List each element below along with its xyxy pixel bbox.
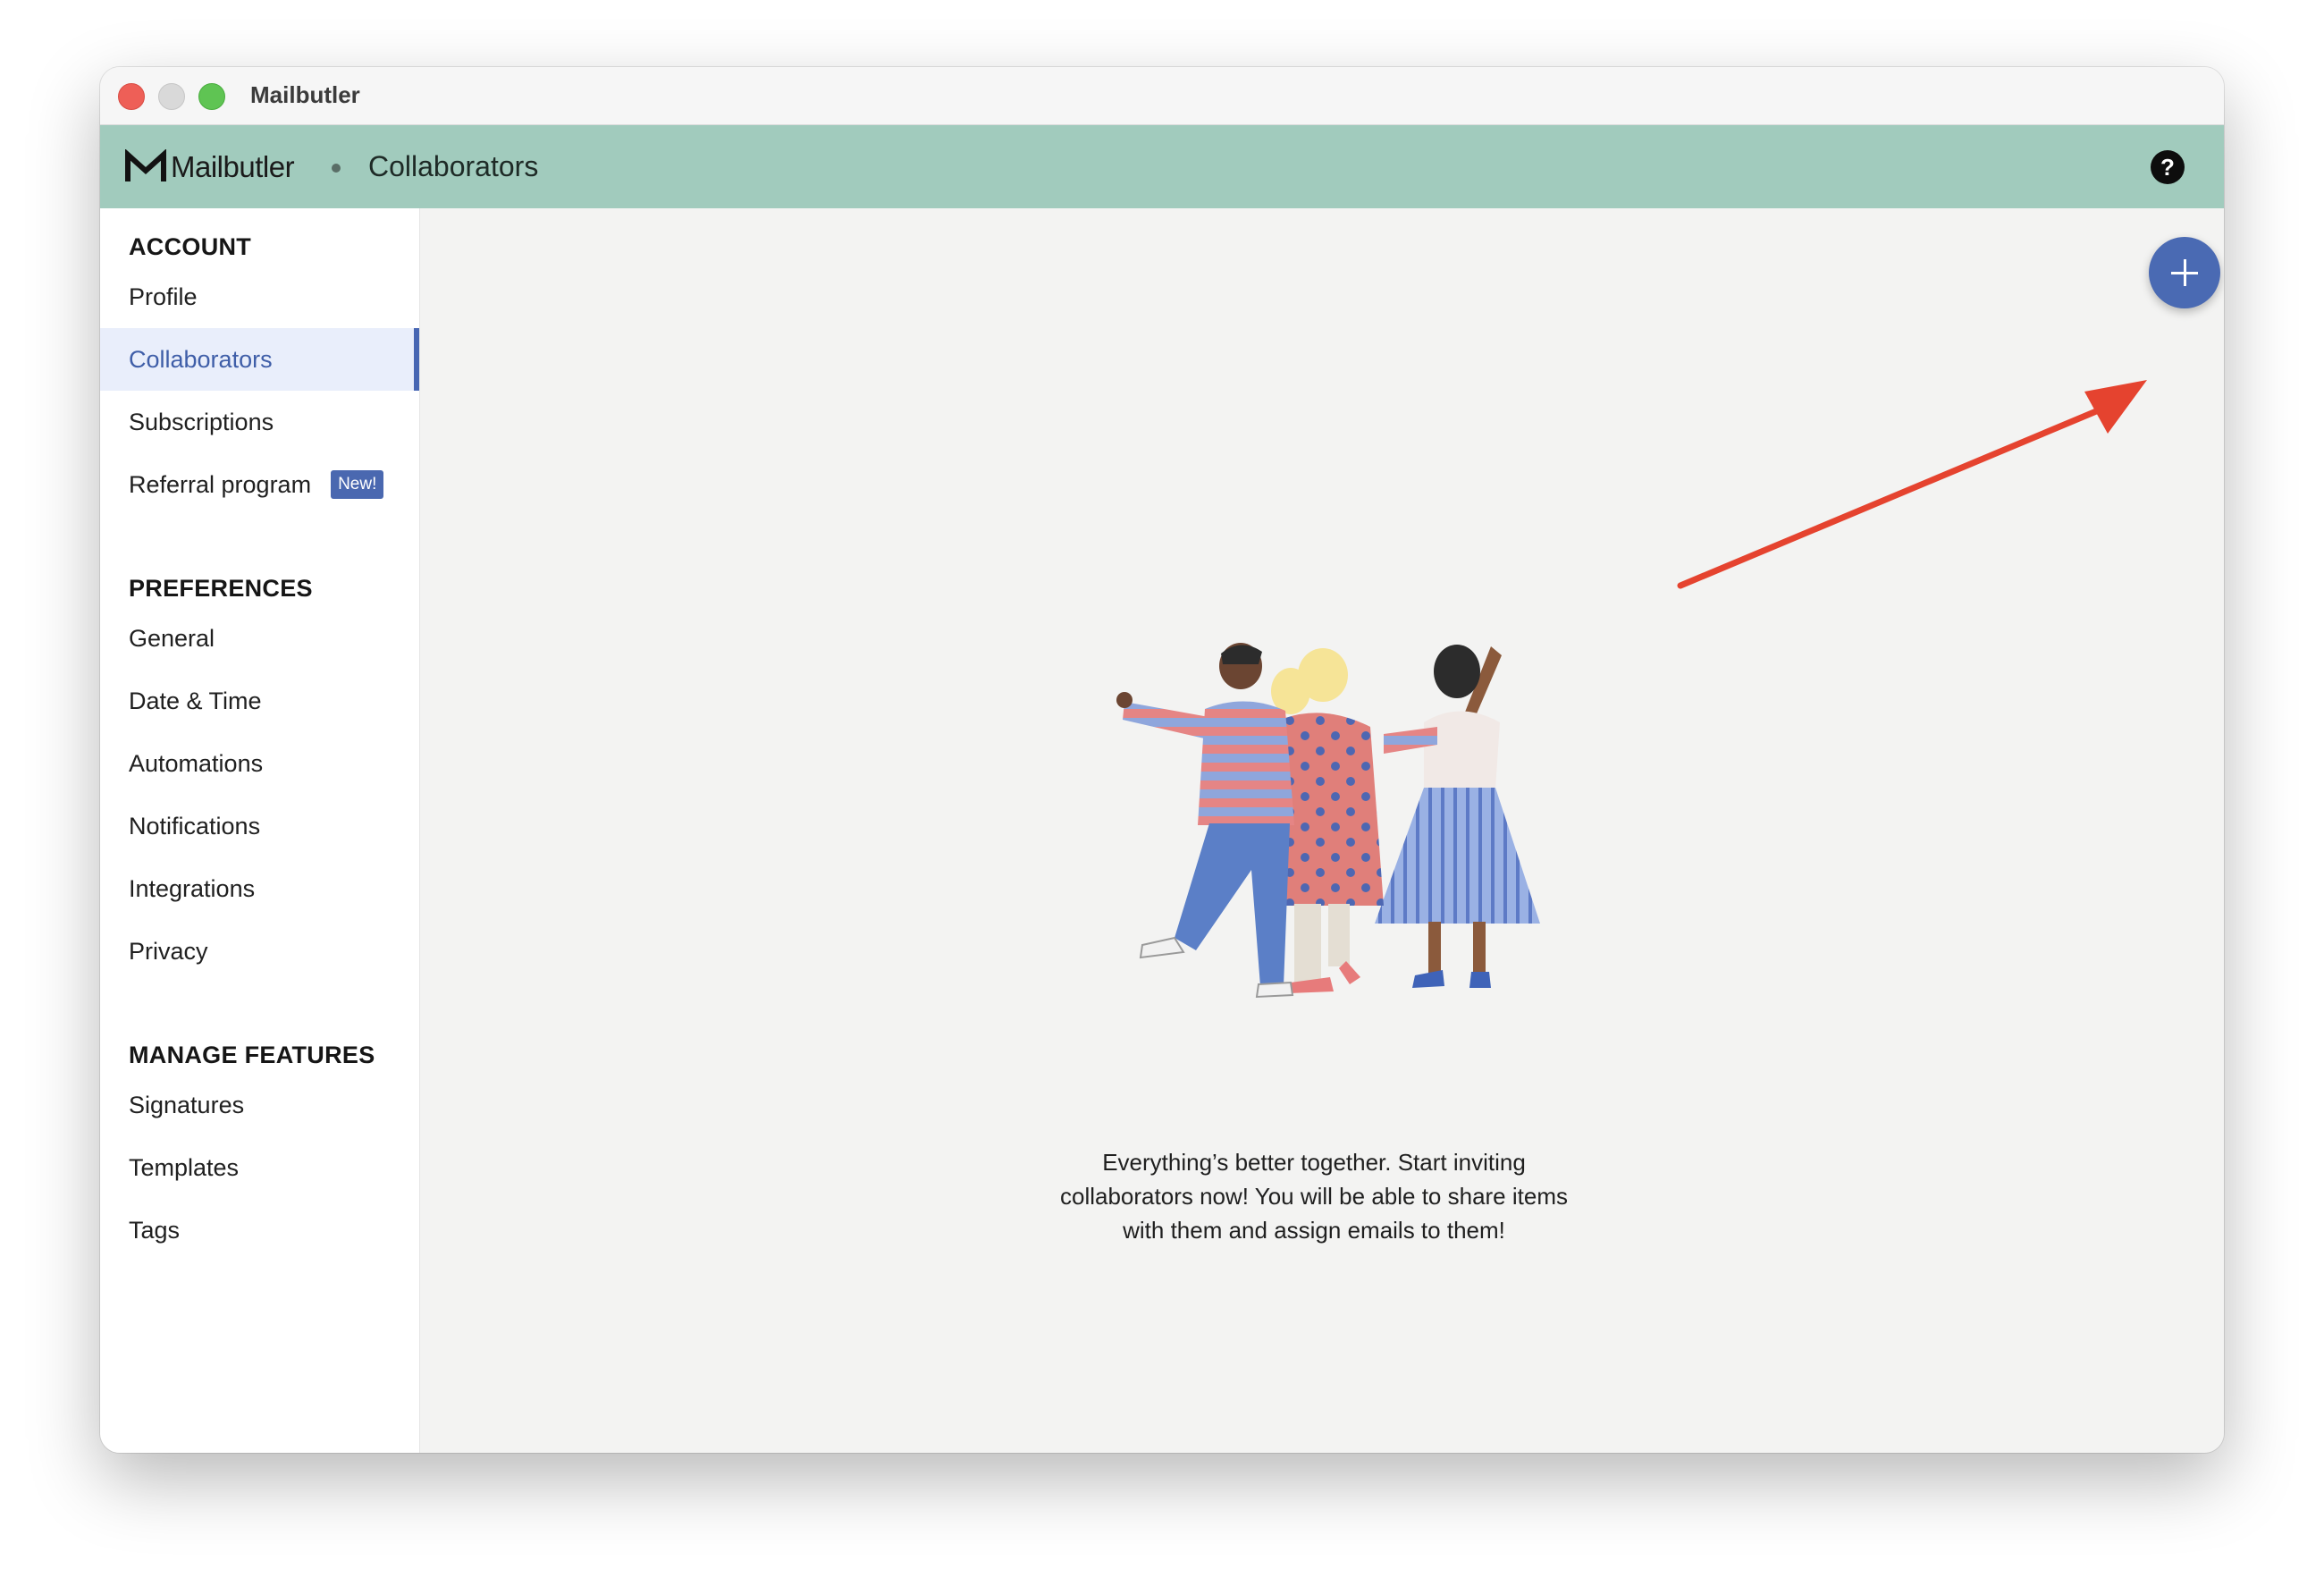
minimize-window-button[interactable] [158,83,185,110]
logo-text: Mailbutler [171,150,295,183]
sidebar-item-label: Templates [129,1153,240,1181]
close-window-button[interactable] [118,83,145,110]
sidebar-item-label: General [129,624,215,652]
sidebar-item-label: Notifications [129,812,261,839]
window-titlebar: Mailbutler [100,67,2224,125]
sidebar-item-referral-program[interactable]: Referral program New! [100,453,419,516]
sidebar-item-label: Referral program [129,470,312,498]
sidebar-item-profile[interactable]: Profile [100,266,419,328]
sidebar-item-date-time[interactable]: Date & Time [100,670,419,732]
breadcrumb-separator [332,164,341,173]
zoom-window-button[interactable] [198,83,225,110]
section-title-manage-features: MANAGE FEATURES [129,1042,375,1068]
sidebar-item-tags[interactable]: Tags [100,1199,419,1261]
collaborators-illustration [1116,643,1540,999]
empty-state-message: Everything’s better together. Start invi… [1060,1149,1568,1244]
app-window: Mailbutler Mailbutler Collaborators ? AC… [100,67,2224,1453]
sidebar-item-notifications[interactable]: Notifications [100,795,419,857]
sidebar-item-general[interactable]: General [100,607,419,670]
main-content: Everything’s better together. Start invi… [420,208,2224,1453]
page-title: Collaborators [368,150,539,182]
sidebar-item-privacy[interactable]: Privacy [100,920,419,983]
sidebar-item-label: Tags [129,1216,181,1244]
sidebar-item-label: Subscriptions [129,408,274,435]
sidebar-item-automations[interactable]: Automations [100,732,419,795]
sidebar-item-label: Signatures [129,1091,245,1118]
sidebar-item-label: Integrations [129,874,256,902]
sidebar: ACCOUNT Profile Collaborators Subscripti… [100,208,420,1453]
sidebar-item-collaborators[interactable]: Collaborators [100,328,419,391]
annotation-arrow [1677,380,2147,589]
sidebar-item-integrations[interactable]: Integrations [100,857,419,920]
sidebar-item-templates[interactable]: Templates [100,1136,419,1199]
section-title-account: ACCOUNT [129,233,252,260]
mailbutler-logo: Mailbutler [124,148,295,187]
window-title: Mailbutler [250,81,360,108]
sidebar-item-subscriptions[interactable]: Subscriptions [100,391,419,453]
mailbutler-logo-icon [125,149,166,181]
app-header: Mailbutler Collaborators ? [100,125,2224,208]
sidebar-item-label: Collaborators [129,345,273,373]
add-collaborator-button[interactable] [2149,237,2220,308]
sidebar-item-label: Date & Time [129,687,262,714]
section-title-preferences: PREFERENCES [129,575,313,602]
sidebar-item-signatures[interactable]: Signatures [100,1074,419,1136]
new-badge: New! [331,470,384,499]
sidebar-item-label: Profile [129,283,198,310]
help-icon[interactable]: ? [2151,150,2185,184]
sidebar-item-label: Automations [129,749,264,777]
sidebar-item-label: Privacy [129,937,208,965]
